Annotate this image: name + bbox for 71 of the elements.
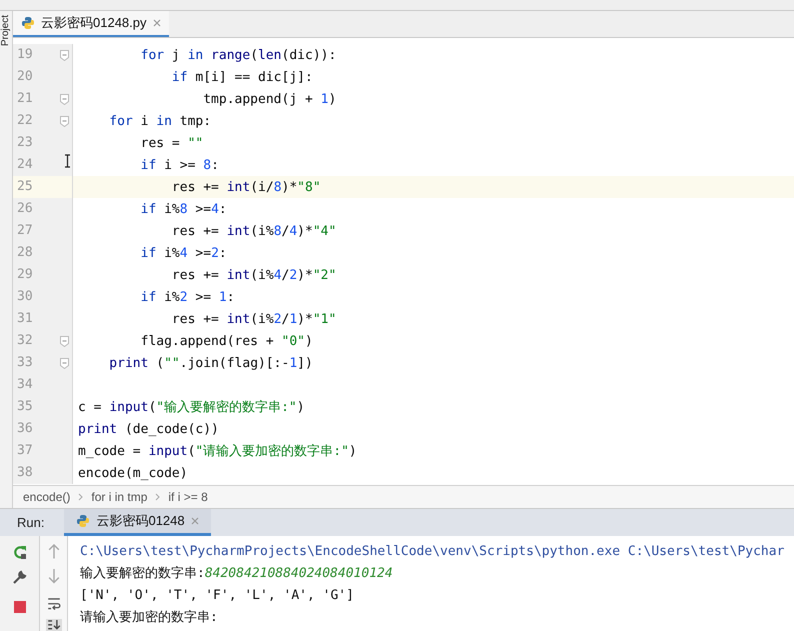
code-line: if i%4 >=2: bbox=[140, 246, 227, 260]
line-number: 19 bbox=[17, 46, 33, 64]
tab-label: 云影密码01248 bbox=[96, 512, 185, 530]
code-line: res += int(i%2/1)*"1" bbox=[170, 312, 336, 326]
code-line: res += int(i/8)*"8" bbox=[170, 180, 321, 194]
scroll-to-end-icon[interactable] bbox=[46, 619, 62, 631]
console-output-line: 请输入要加密的数字串: bbox=[80, 609, 219, 627]
line-number: 29 bbox=[17, 266, 33, 284]
code-line: for i in tmp: bbox=[108, 114, 212, 128]
code-line: if i%2 >= 1: bbox=[140, 290, 235, 304]
code-line: c = input("输入要解密的数字串:") bbox=[77, 400, 305, 414]
line-number: 28 bbox=[17, 244, 33, 262]
fold-marker-icon[interactable] bbox=[60, 336, 69, 346]
code-line: for j in range(len(dic)): bbox=[140, 48, 336, 62]
line-number: 37 bbox=[17, 442, 33, 460]
line-number: 31 bbox=[17, 310, 33, 328]
fold-marker-icon[interactable] bbox=[60, 116, 69, 126]
editor-tab[interactable]: 云影密码01248.py bbox=[13, 11, 168, 37]
soft-wrap-icon[interactable] bbox=[46, 596, 60, 610]
code-line: if i%8 >=4: bbox=[140, 202, 227, 216]
breadcrumb-item[interactable]: for i in tmp bbox=[91, 488, 148, 506]
code-line: print ("".join(flag)[:-1]) bbox=[108, 356, 313, 370]
python-run-icon bbox=[76, 514, 90, 528]
rerun-icon[interactable] bbox=[12, 544, 28, 560]
project-tool-tab[interactable]: Project bbox=[1, 15, 11, 46]
code-line: encode(m_code) bbox=[77, 466, 188, 480]
console-prompt-line: 输入要解密的数字串:842084210884024084010124 bbox=[80, 565, 394, 583]
console-command-line: C:\Users\test\PycharmProjects\EncodeShellCode\venv\Scripts\python.exe C:\Users\test\Pychar bbox=[80, 543, 786, 561]
line-number: 24 bbox=[17, 156, 33, 174]
breadcrumb-item[interactable]: if i >= 8 bbox=[168, 488, 208, 506]
line-number: 34 bbox=[17, 376, 33, 394]
fold-marker-icon[interactable] bbox=[60, 94, 69, 104]
line-number: 22 bbox=[17, 112, 33, 130]
line-number: 27 bbox=[17, 222, 33, 240]
wrench-icon[interactable] bbox=[12, 569, 28, 585]
code-line: tmp.append(j + 1) bbox=[202, 92, 336, 106]
code-line: res += int(i%8/4)*"4" bbox=[170, 224, 336, 238]
chevron-icon bbox=[78, 493, 84, 501]
code-line: flag.append(res + "0") bbox=[140, 334, 313, 348]
line-number: 33 bbox=[17, 354, 33, 372]
breadcrumb-item[interactable]: encode() bbox=[23, 488, 70, 506]
down-arrow-icon[interactable] bbox=[48, 568, 60, 584]
line-number: 25 bbox=[17, 178, 33, 196]
line-number: 20 bbox=[17, 68, 33, 86]
run-tab[interactable]: 云影密码01248 bbox=[64, 509, 211, 536]
python-file-icon bbox=[21, 16, 35, 30]
code-line: if i >= 8: bbox=[140, 158, 219, 172]
code-line: res = "" bbox=[140, 136, 204, 150]
line-number: 35 bbox=[17, 398, 33, 416]
close-icon[interactable] bbox=[190, 517, 199, 525]
chevron-icon bbox=[155, 493, 160, 501]
code-line: res += int(i%4/2)*"2" bbox=[170, 268, 336, 282]
code-line: if m[i] == dic[j]: bbox=[170, 70, 313, 84]
fold-marker-icon[interactable] bbox=[60, 50, 69, 60]
line-number: 38 bbox=[17, 464, 33, 482]
line-number: 26 bbox=[17, 200, 33, 218]
stop-icon[interactable] bbox=[12, 600, 26, 614]
code-line: print (de_code(c)) bbox=[77, 422, 219, 436]
text-cursor-icon bbox=[64, 154, 71, 168]
line-number: 23 bbox=[17, 134, 33, 152]
up-arrow-icon[interactable] bbox=[48, 544, 60, 560]
close-icon[interactable] bbox=[152, 19, 160, 27]
line-number: 21 bbox=[17, 90, 33, 108]
line-number: 36 bbox=[17, 420, 33, 438]
code-line: m_code = input("请输入要加密的数字串:") bbox=[77, 444, 357, 458]
line-number: 32 bbox=[17, 332, 33, 350]
run-label: Run: bbox=[16, 514, 46, 532]
tab-label: 云影密码01248.py bbox=[41, 14, 146, 32]
line-number: 30 bbox=[17, 288, 33, 306]
fold-marker-icon[interactable] bbox=[60, 358, 69, 368]
console-output-line: ['N', 'O', 'T', 'F', 'L', 'A', 'G'] bbox=[80, 587, 355, 605]
